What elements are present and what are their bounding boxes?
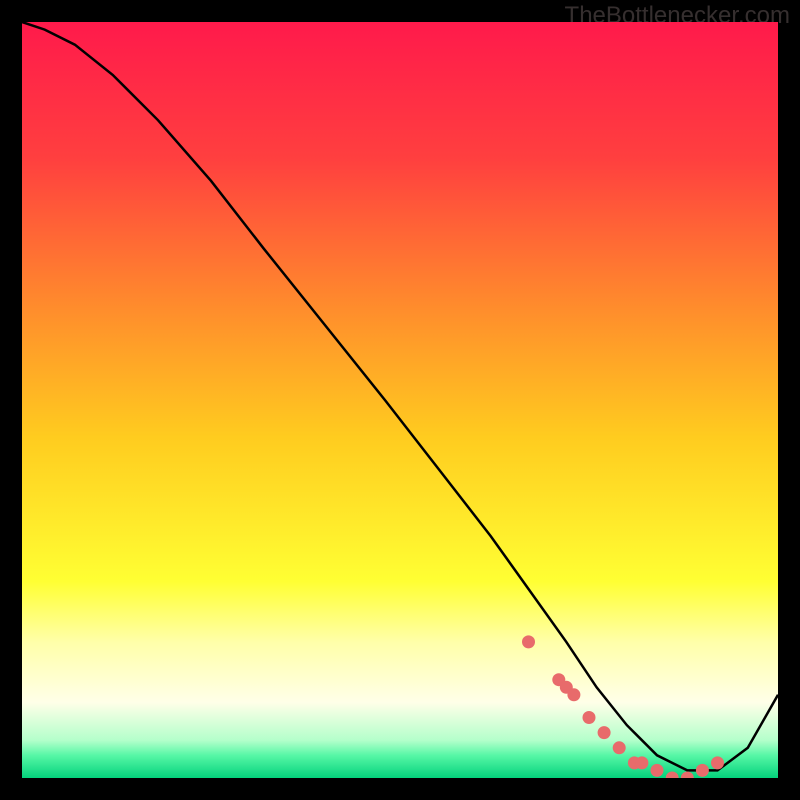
fit-marker	[613, 741, 626, 754]
gradient-background	[22, 22, 778, 778]
fit-marker	[711, 756, 724, 769]
fit-marker	[651, 764, 664, 777]
fit-marker	[567, 688, 580, 701]
fit-marker	[598, 726, 611, 739]
fit-marker	[696, 764, 709, 777]
fit-marker	[522, 635, 535, 648]
fit-marker	[635, 756, 648, 769]
bottleneck-chart	[22, 22, 778, 778]
fit-marker	[583, 711, 596, 724]
chart-frame: TheBottlenecker.com	[0, 0, 800, 800]
